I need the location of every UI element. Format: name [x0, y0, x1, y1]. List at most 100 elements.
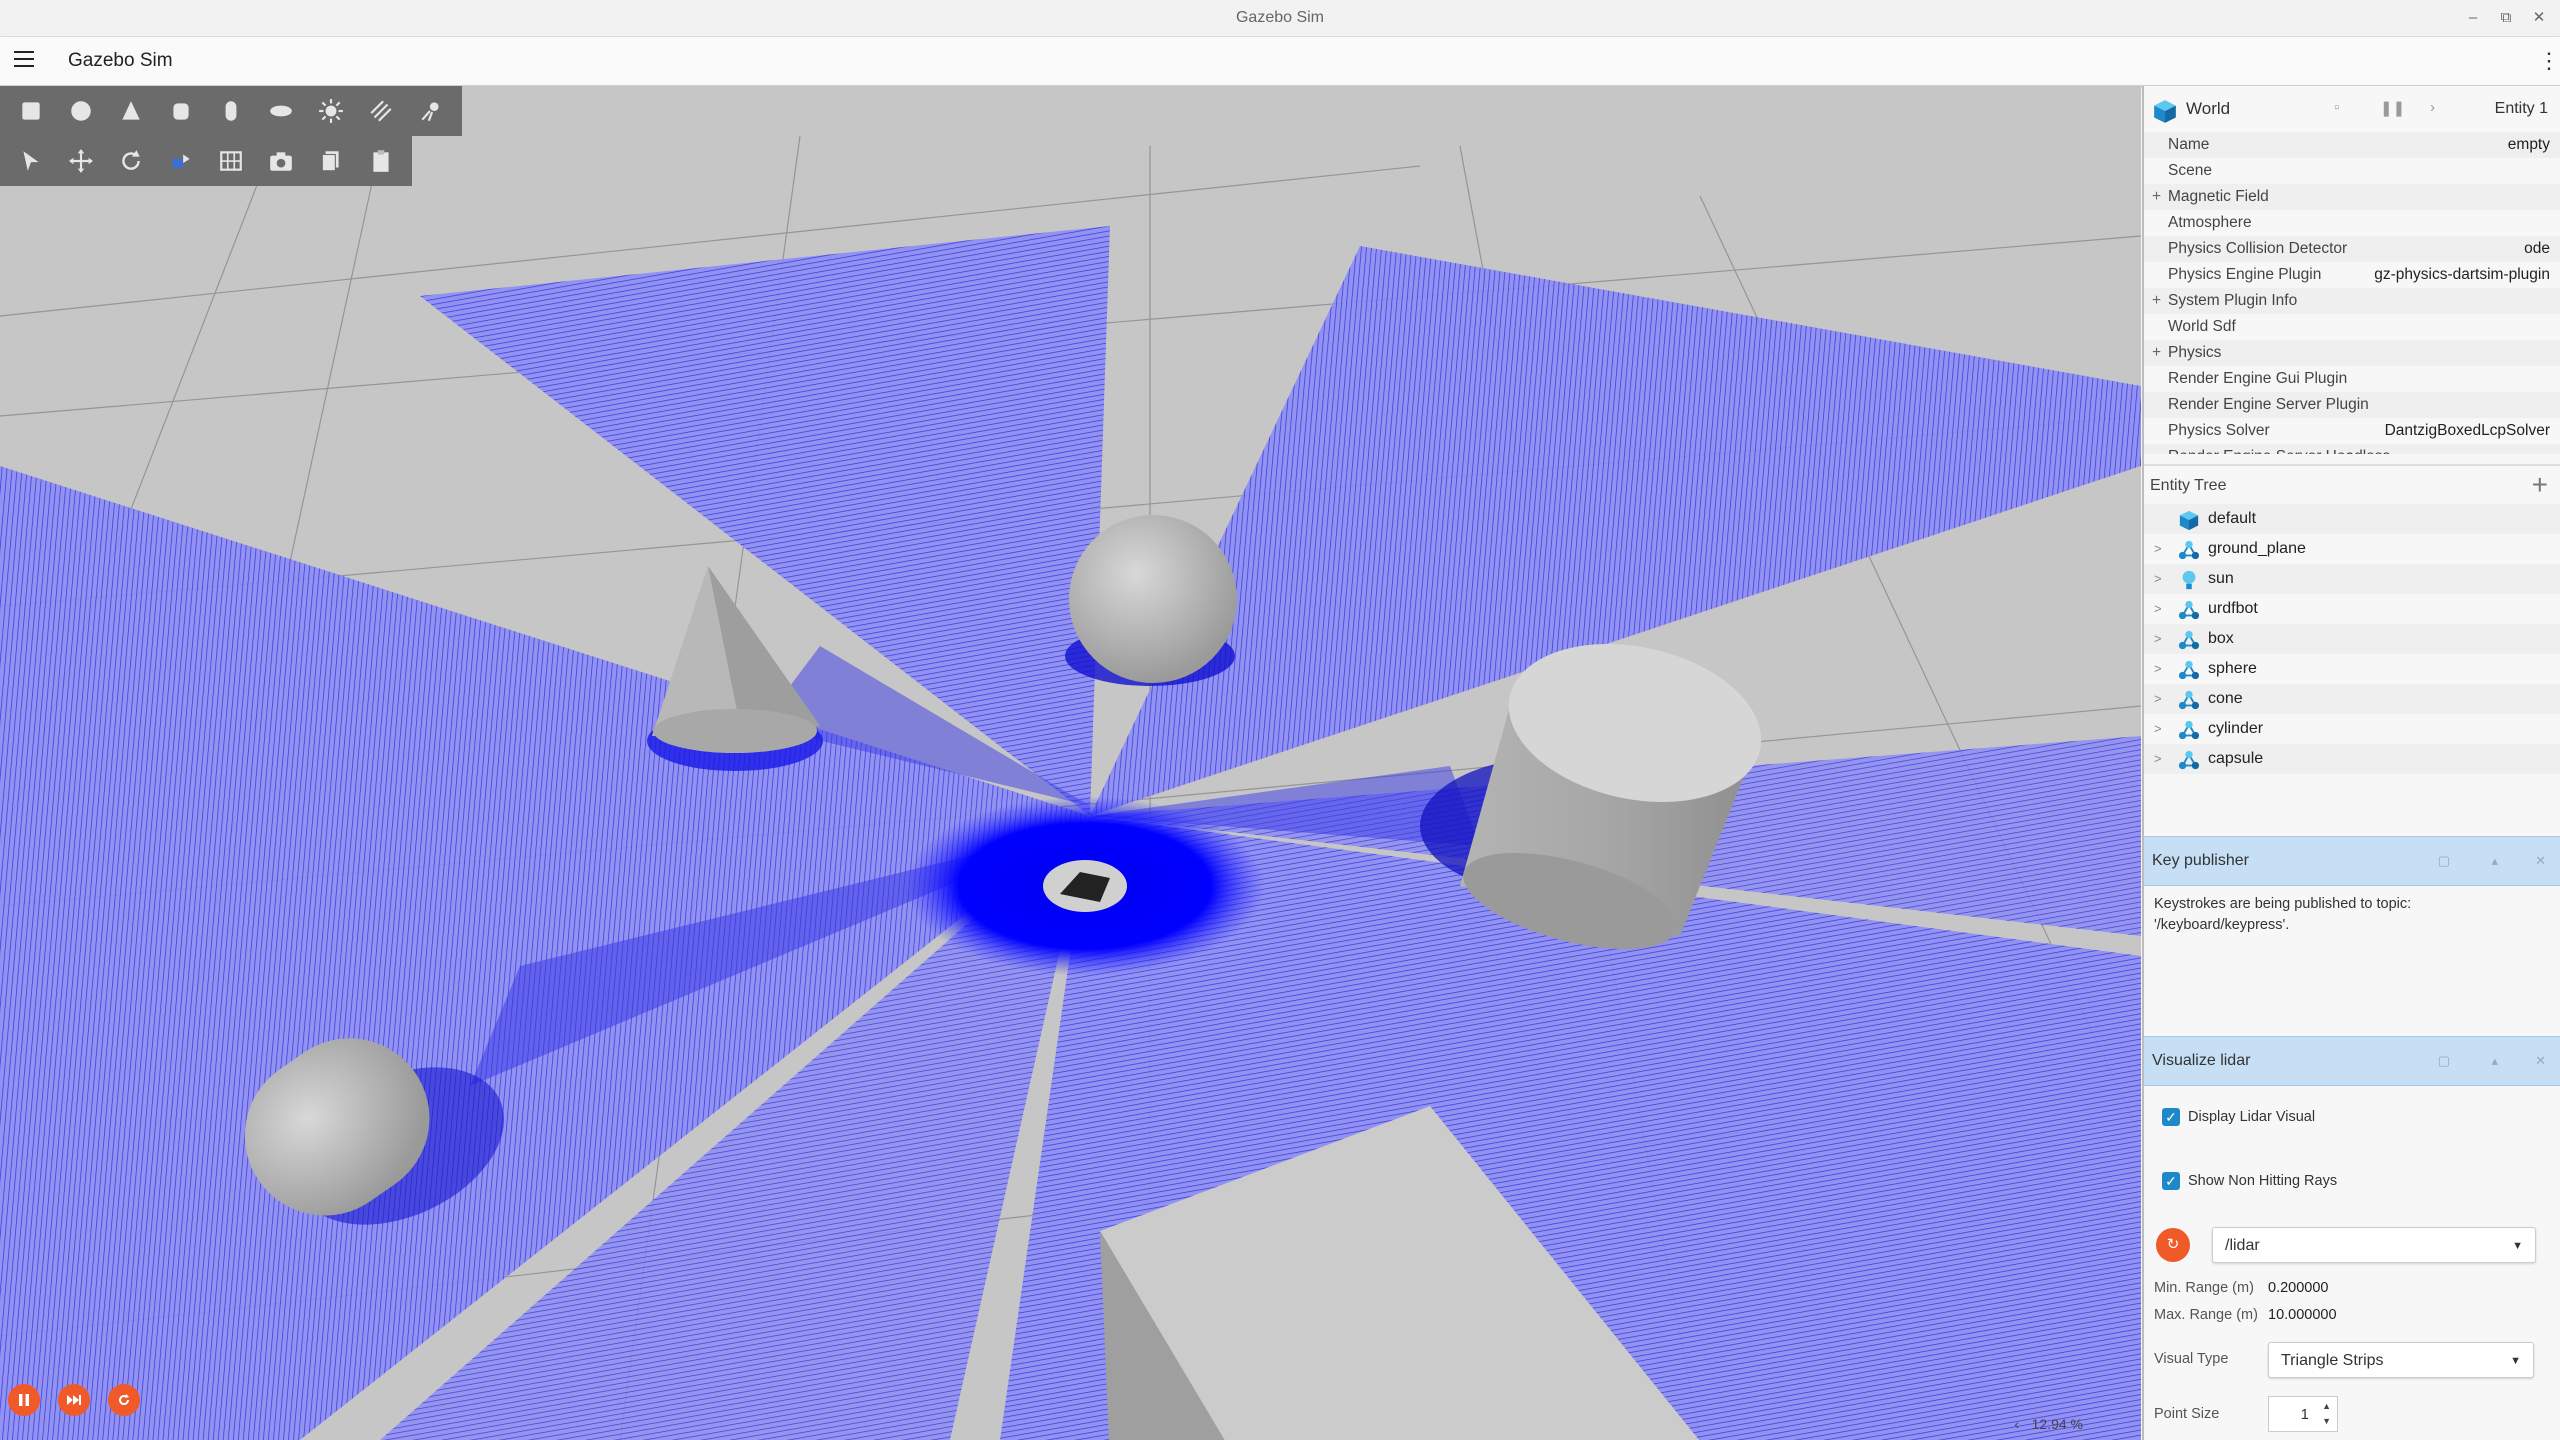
chevron-right-icon[interactable]: >	[2154, 654, 2162, 684]
hamburger-menu-icon[interactable]	[14, 51, 34, 69]
rtf-toggle-icon[interactable]: ‹	[2014, 1416, 2019, 1432]
entity-id-label: Entity 1	[2494, 100, 2548, 117]
component-label: Render Engine Gui Plugin	[2168, 370, 2348, 387]
add-entity-icon[interactable]: +	[2532, 466, 2548, 504]
expand-icon[interactable]: +	[2152, 288, 2161, 314]
model-icon	[2178, 659, 2200, 681]
sun-light-icon[interactable]	[306, 88, 356, 134]
float-icon[interactable]: ▢	[2438, 1037, 2450, 1085]
display-lidar-checkbox[interactable]: ✓	[2162, 1108, 2180, 1126]
component-row[interactable]: + Physics	[2144, 340, 2560, 366]
screenshot-icon[interactable]	[256, 138, 306, 184]
settings-icon[interactable]: ▴	[2491, 1037, 2498, 1085]
point-size-spinbox[interactable]: 1 ▲ ▼	[2268, 1396, 2338, 1432]
cylinder-icon[interactable]	[156, 88, 206, 134]
model-icon	[2178, 689, 2200, 711]
chevron-right-icon[interactable]: >	[2154, 714, 2162, 744]
component-label: Physics Engine Plugin	[2168, 266, 2322, 283]
component-inspector-header: World ▫ ❚❚ › Entity 1	[2144, 86, 2560, 132]
ellipsoid-icon[interactable]	[256, 88, 306, 134]
component-row[interactable]: + System Plugin Info	[2144, 288, 2560, 314]
chevron-right-icon[interactable]: >	[2154, 594, 2162, 624]
sphere-icon[interactable]	[56, 88, 106, 134]
expand-icon[interactable]: +	[2152, 340, 2161, 366]
close-plugin-icon[interactable]: ✕	[2535, 1037, 2546, 1085]
visual-type-value: Triangle Strips	[2281, 1352, 2384, 1369]
copy-icon[interactable]	[306, 138, 356, 184]
entity-tree-item[interactable]: > cylinder	[2144, 714, 2560, 744]
component-row: Physics Collision Detector ode	[2144, 236, 2560, 262]
translate-icon[interactable]	[56, 138, 106, 184]
reset-button[interactable]	[108, 1384, 140, 1416]
chevron-right-icon[interactable]: >	[2154, 744, 2162, 774]
close-window-button[interactable]: ✕	[2524, 0, 2554, 36]
min-range-label: Min. Range (m)	[2154, 1280, 2254, 1296]
settings-icon[interactable]: ▴	[2491, 837, 2498, 885]
component-row: Render Engine Gui Plugin	[2144, 366, 2560, 392]
entity-tree-header: Entity Tree +	[2144, 464, 2560, 506]
max-range-value: 10.000000	[2268, 1307, 2337, 1323]
minimize-button[interactable]: –	[2458, 0, 2488, 36]
pause-button[interactable]	[8, 1384, 40, 1416]
close-plugin-icon[interactable]: ✕	[2535, 837, 2546, 885]
scene-viewport[interactable]: ‹ 12.94 %	[0, 86, 2141, 1440]
key-publisher-text-line1: Keystrokes are being published to topic:	[2154, 896, 2412, 912]
chevron-right-icon[interactable]: >	[2154, 624, 2162, 654]
visual-type-select[interactable]: Triangle Strips ▼	[2268, 1342, 2534, 1378]
entity-tree-item[interactable]: > ground_plane	[2144, 534, 2560, 564]
entity-name: sun	[2208, 570, 2234, 587]
window-title: Gazebo Sim	[1235, 9, 1325, 26]
forward-icon[interactable]: ›	[2430, 99, 2435, 116]
entity-name: box	[2208, 630, 2234, 647]
directional-light-icon[interactable]	[356, 88, 406, 134]
transform-toolbar	[0, 136, 412, 186]
box-icon[interactable]	[6, 88, 56, 134]
spot-light-icon[interactable]	[406, 88, 456, 134]
grid-icon[interactable]	[206, 138, 256, 184]
select-icon[interactable]	[6, 138, 56, 184]
snap-icon[interactable]	[156, 138, 206, 184]
entity-tree-item[interactable]: > cone	[2144, 684, 2560, 714]
component-row: World Sdf	[2144, 314, 2560, 340]
component-label: Atmosphere	[2168, 214, 2252, 231]
spinner-arrows-icon[interactable]: ▲ ▼	[2322, 1399, 2331, 1429]
world-cube-icon	[2154, 100, 2176, 123]
entity-tree-item[interactable]: default	[2144, 504, 2560, 534]
component-label: Render Engine Server Headless	[2168, 448, 2390, 454]
capsule-icon[interactable]	[206, 88, 256, 134]
paste-icon[interactable]	[356, 138, 406, 184]
chevron-right-icon[interactable]: >	[2154, 564, 2162, 594]
entity-tree-item[interactable]: > box	[2144, 624, 2560, 654]
float-icon[interactable]: ▢	[2438, 837, 2450, 885]
entity-tree-item[interactable]: > sun	[2144, 564, 2560, 594]
model-icon	[2178, 629, 2200, 651]
entity-tree-item[interactable]: > urdfbot	[2144, 594, 2560, 624]
pause-updates-icon[interactable]: ❚❚	[2380, 99, 2405, 117]
entity-name: capsule	[2208, 750, 2264, 767]
entity-name: sphere	[2208, 660, 2257, 677]
component-row[interactable]: + Magnetic Field	[2144, 184, 2560, 210]
entity-tree-item[interactable]: > capsule	[2144, 744, 2560, 774]
chevron-right-icon[interactable]: >	[2154, 534, 2162, 564]
model-icon	[2178, 749, 2200, 771]
right-panel: World ▫ ❚❚ › Entity 1 Name empty Scene + Mag…	[2142, 86, 2560, 1440]
maximize-button[interactable]: ⧉	[2491, 0, 2521, 36]
non-hitting-rays-checkbox[interactable]: ✓	[2162, 1172, 2180, 1190]
refresh-topics-button[interactable]: ↻	[2156, 1228, 2190, 1262]
component-row: Name empty	[2144, 132, 2560, 158]
component-label: Physics	[2168, 344, 2222, 361]
entity-name: cylinder	[2208, 720, 2264, 737]
step-button[interactable]	[58, 1384, 90, 1416]
lock-icon[interactable]: ▫	[2334, 99, 2339, 116]
display-lidar-label: Display Lidar Visual	[2188, 1109, 2316, 1125]
component-label: World Sdf	[2168, 318, 2236, 335]
entity-tree-item[interactable]: > sphere	[2144, 654, 2560, 684]
chevron-right-icon[interactable]: >	[2154, 684, 2162, 714]
playback-controls	[8, 1384, 140, 1416]
expand-icon[interactable]: +	[2152, 184, 2161, 210]
cone-icon[interactable]	[106, 88, 156, 134]
rotate-icon[interactable]	[106, 138, 156, 184]
component-row: Render Engine Server Headless	[2144, 444, 2560, 454]
lidar-topic-select[interactable]: /lidar ▼	[2212, 1227, 2536, 1263]
more-options-icon[interactable]: ⋮	[2538, 49, 2560, 73]
